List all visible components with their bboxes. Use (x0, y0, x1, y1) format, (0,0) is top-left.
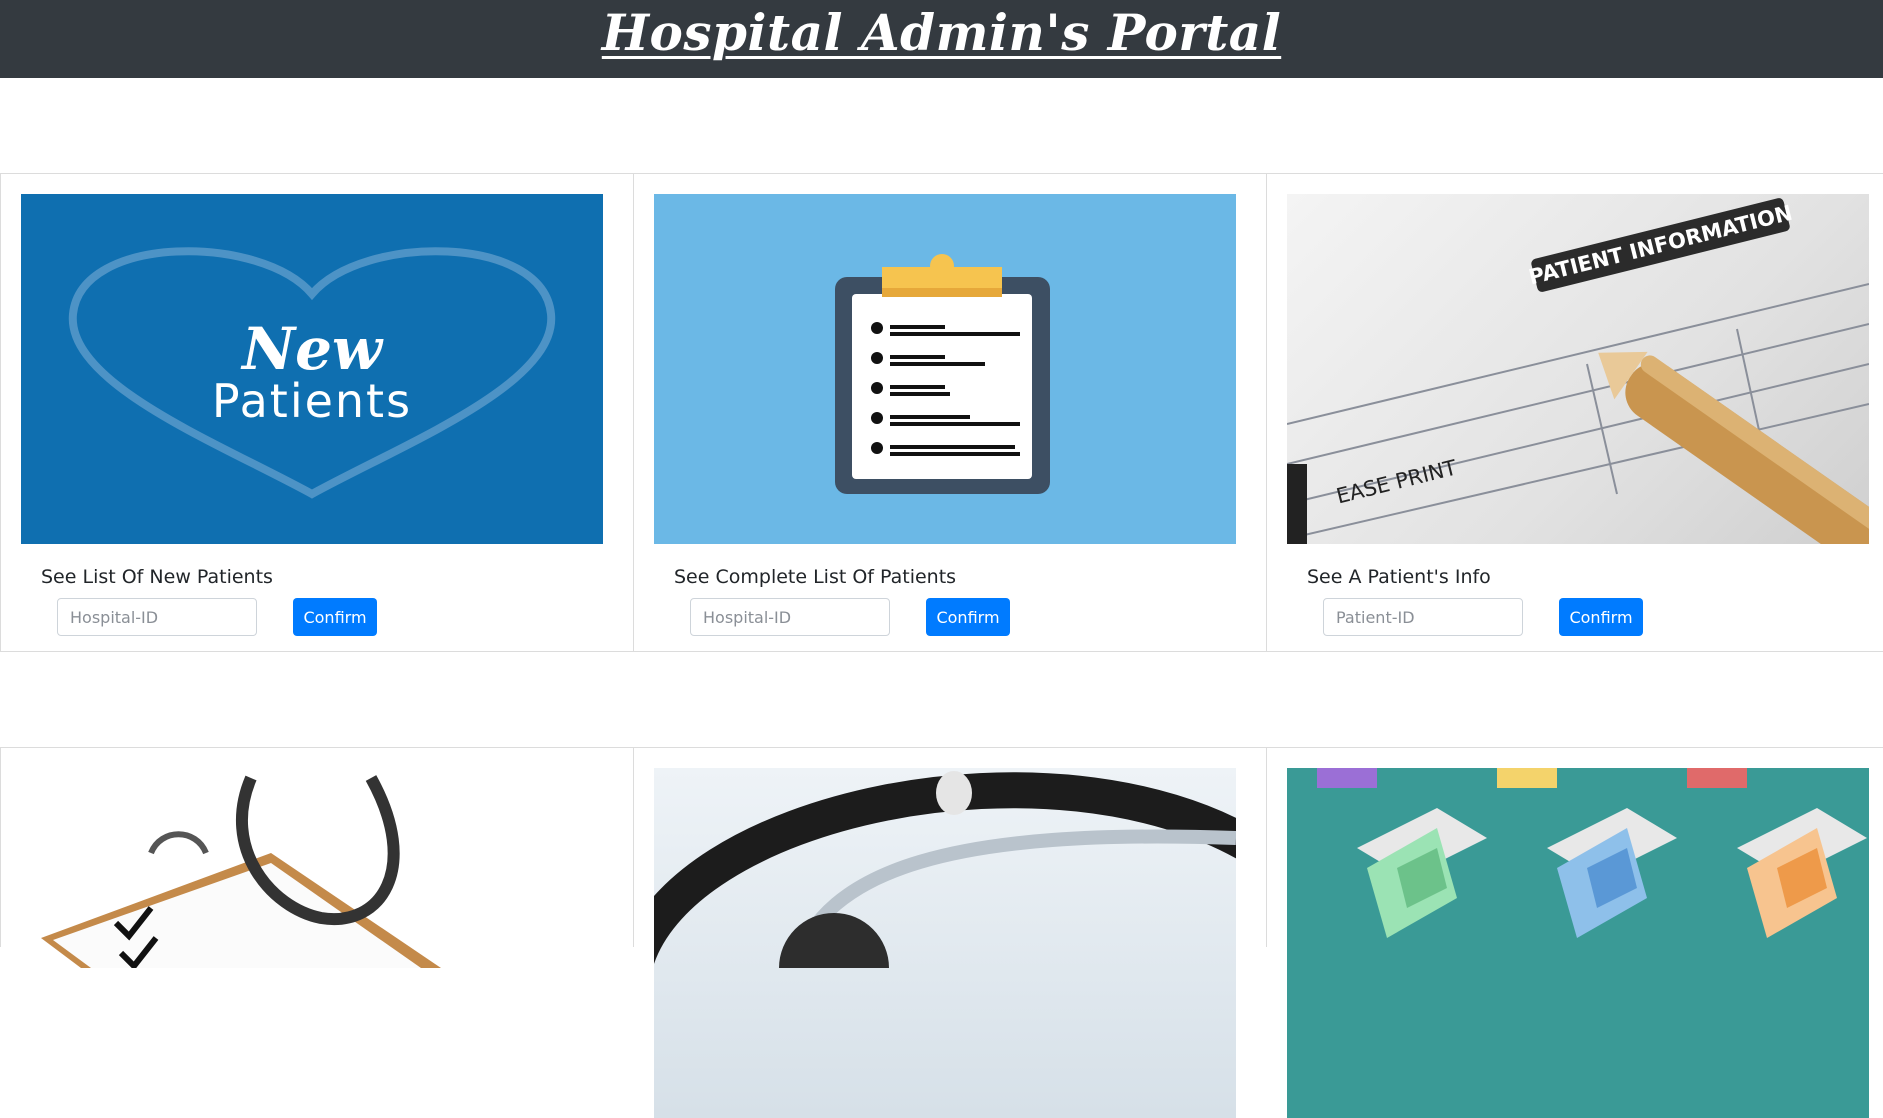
confirm-button[interactable]: Confirm (293, 598, 377, 636)
stethoscope-closeup-image (654, 768, 1236, 1118)
confirm-button[interactable]: Confirm (1559, 598, 1643, 636)
card-patient-info: PATIENT INFORMATION EASE PRINT See A Pat… (1266, 174, 1883, 651)
card-row-2 (0, 747, 1883, 1118)
form-icon: PATIENT INFORMATION EASE PRINT (1287, 198, 1869, 544)
clipboard-image (654, 194, 1236, 544)
new-patients-image: New Patients (21, 194, 603, 544)
new-patients-image-text-2: Patients (212, 374, 412, 428)
card-row2-1 (0, 748, 633, 1118)
card-row2-3 (1266, 748, 1883, 1118)
card-new-patients: New Patients See List Of New Patients Co… (0, 174, 633, 651)
form-heading-text: PATIENT INFORMATION (1526, 201, 1794, 290)
card-row-1: New Patients See List Of New Patients Co… (0, 173, 1883, 652)
card-title: See A Patient's Info (1307, 566, 1491, 588)
confirm-button[interactable]: Confirm (926, 598, 1010, 636)
form-print-text: EASE PRINT (1334, 455, 1459, 508)
card-title: See List Of New Patients (41, 566, 273, 588)
hospital-id-input[interactable] (690, 598, 890, 636)
page-title: Hospital Admin's Portal (601, 3, 1282, 62)
patient-info-image: PATIENT INFORMATION EASE PRINT (1287, 194, 1869, 544)
patient-id-input[interactable] (1323, 598, 1523, 636)
card-row2-2 (633, 748, 1266, 1118)
new-patients-image-text-1: New (240, 315, 384, 383)
stethoscope-icon (41, 775, 441, 971)
heart-icon: New Patients (68, 247, 556, 499)
clipboard-stethoscope-image (21, 768, 603, 1118)
beds-icon (1317, 768, 1867, 938)
clipboard-icon (835, 254, 1050, 494)
hospital-id-input[interactable] (57, 598, 257, 636)
card-complete-list: See Complete List Of Patients Confirm (633, 174, 1266, 651)
card-title: See Complete List Of Patients (674, 566, 957, 588)
hospital-beds-image (1287, 768, 1869, 1118)
stethoscope-closeup-icon (654, 771, 1236, 1023)
